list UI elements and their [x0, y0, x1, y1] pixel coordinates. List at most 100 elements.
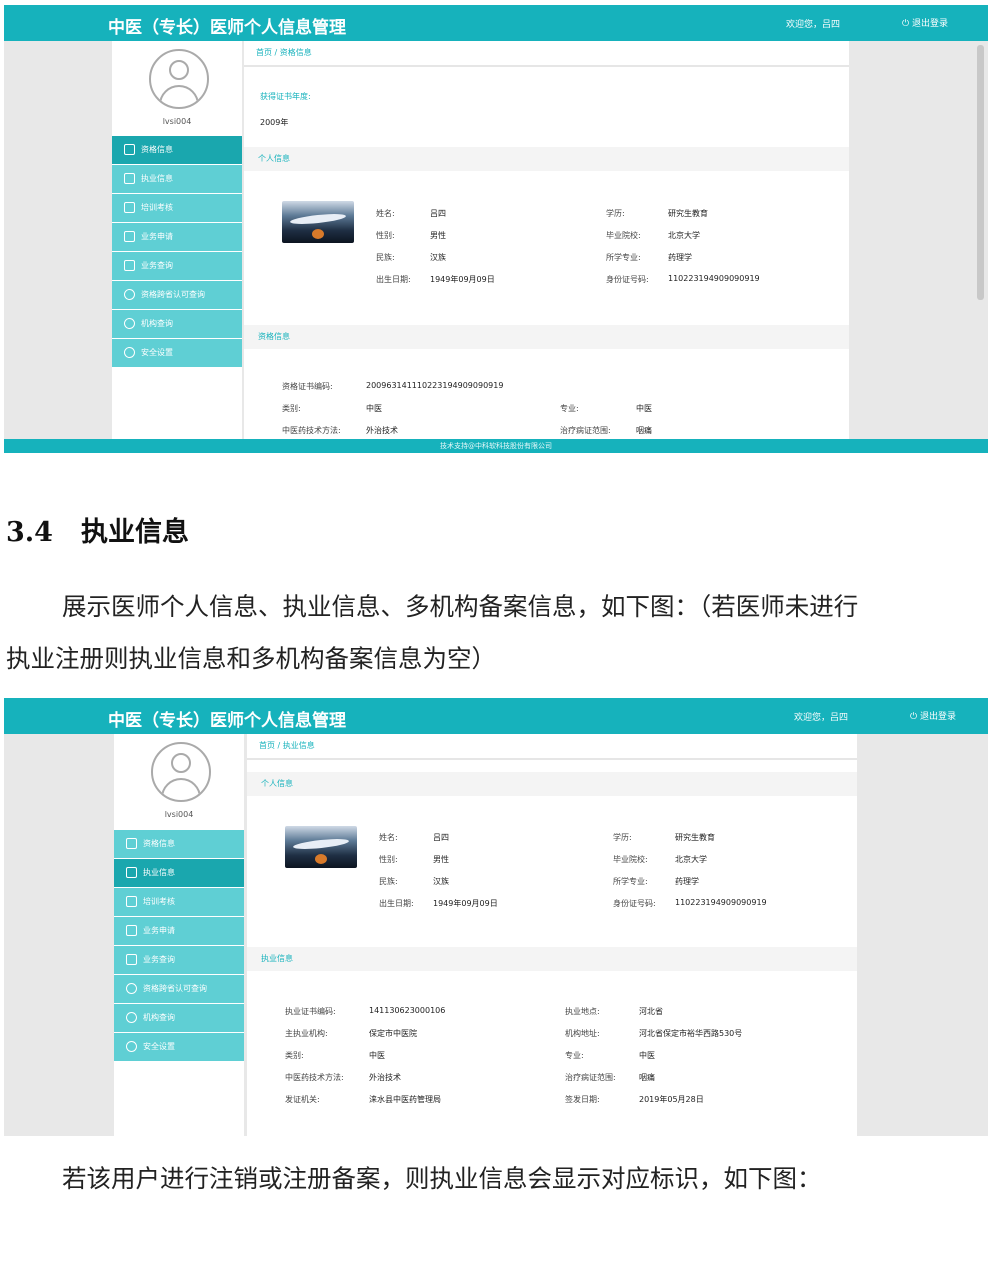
paragraph-line: 执业注册则执业信息和多机构备案信息为空） — [6, 644, 496, 673]
sidebar-item-apply[interactable]: 业务申请 — [112, 223, 242, 251]
field-value: 男性 — [430, 231, 446, 240]
field-value: 外治技术 — [369, 1073, 401, 1082]
paragraph-line: 展示医师个人信息、执业信息、多机构备案信息，如下图：（若医师未进行 — [62, 592, 859, 621]
field-label: 姓名: — [376, 209, 395, 218]
gear-icon — [126, 1012, 137, 1023]
field-value: 北京大学 — [675, 855, 707, 864]
gear-icon — [124, 289, 135, 300]
field-label: 身份证号码: — [613, 899, 656, 908]
sidebar-item-label: 资格跨省认可查询 — [141, 290, 205, 299]
section-number: 3.4 — [6, 517, 53, 548]
field-value: 汉族 — [430, 253, 446, 262]
sidebar-item-label: 业务申请 — [141, 232, 173, 241]
field-label: 毕业院校: — [606, 231, 641, 240]
sidebar-item-practice[interactable]: 执业信息 — [114, 859, 244, 887]
field-value: 研究生教育 — [668, 209, 708, 218]
table-icon — [124, 260, 135, 271]
edit-icon — [124, 231, 135, 242]
field-label: 出生日期: — [379, 899, 414, 908]
sidebar-item-label: 执业信息 — [143, 868, 175, 877]
sidebar-item-query[interactable]: 业务查询 — [112, 252, 242, 280]
field-label: 资格证书编码: — [282, 382, 333, 391]
sidebar-item-institution[interactable]: 机构查询 — [114, 1004, 244, 1032]
sidebar-item-institution[interactable]: 机构查询 — [112, 310, 242, 338]
logout-label: 退出登录 — [911, 19, 948, 29]
breadcrumb[interactable]: 首页 / 执业信息 — [247, 734, 857, 760]
sidebar-item-security[interactable]: 安全设置 — [114, 1033, 244, 1061]
field-value: 1949年09月09日 — [430, 275, 495, 284]
screenshot-qualification: 中医（专长）医师个人信息管理 欢迎您，吕四 ⏻ 退出登录 lvsi004 资格信… — [4, 5, 988, 453]
certificate-icon — [124, 173, 135, 184]
field-label: 学历: — [606, 209, 625, 218]
sidebar-item-label: 安全设置 — [143, 1042, 175, 1051]
field-label: 执业地点: — [565, 1007, 600, 1016]
app-header: 中医（专长）医师个人信息管理 欢迎您，吕四 ⏻ 退出登录 — [4, 698, 988, 734]
sidebar-item-qualification[interactable]: 资格信息 — [114, 830, 244, 858]
sidebar-item-apply[interactable]: 业务申请 — [114, 917, 244, 945]
field-value: 河北省保定市裕华西路530号 — [639, 1029, 743, 1038]
sidebar-item-label: 业务查询 — [143, 955, 175, 964]
breadcrumb[interactable]: 首页 / 资格信息 — [244, 41, 849, 67]
main-content: 首页 / 执业信息 个人信息 姓名: 吕四 性别: 男性 民族: 汉族 出生日期… — [247, 734, 857, 1136]
field-label: 治疗病证范围: — [560, 426, 611, 435]
sidebar: lvsi004 资格信息 执业信息 培训考核 业务申请 业务查询 资格跨省认可查… — [114, 734, 244, 1136]
sidebar-item-label: 资格信息 — [143, 839, 175, 848]
sidebar-item-qualification[interactable]: 资格信息 — [112, 136, 242, 164]
field-label: 治疗病证范围: — [565, 1073, 616, 1082]
field-value: 20096314111022319490909091​9 — [366, 381, 504, 390]
field-label: 专业: — [565, 1051, 584, 1060]
gear-icon — [124, 318, 135, 329]
sidebar-item-practice[interactable]: 执业信息 — [112, 165, 242, 193]
logout-button[interactable]: ⏻ 退出登录 — [910, 709, 956, 722]
field-label: 学历: — [613, 833, 632, 842]
field-value: 110223194909090919 — [668, 274, 760, 283]
field-label: 主执业机构: — [285, 1029, 328, 1038]
field-value: 吕四 — [430, 209, 446, 218]
gear-icon — [126, 983, 137, 994]
sidebar-item-security[interactable]: 安全设置 — [112, 339, 242, 367]
field-label: 毕业院校: — [613, 855, 648, 864]
welcome-text: 欢迎您，吕四 — [794, 713, 849, 723]
field-value: 中医 — [636, 404, 652, 413]
sidebar-item-cross-province[interactable]: 资格跨省认可查询 — [112, 281, 242, 309]
paragraph-line: 若该用户进行注销或注册备案，则执业信息会显示对应标识，如下图： — [62, 1164, 822, 1193]
field-value: 咽痛 — [639, 1073, 655, 1082]
sidebar-item-training[interactable]: 培训考核 — [114, 888, 244, 916]
field-label: 出生日期: — [376, 275, 411, 284]
side-menu: 资格信息 执业信息 培训考核 业务申请 业务查询 资格跨省认可查询 机构查询 安… — [112, 136, 242, 368]
sidebar-item-label: 机构查询 — [141, 319, 173, 328]
footer: 技术支持@中科软科技股份有限公司 — [4, 439, 988, 453]
field-label: 发证机关: — [285, 1095, 320, 1104]
section-title: 执业信息 — [80, 517, 189, 548]
sidebar-item-cross-province[interactable]: 资格跨省认可查询 — [114, 975, 244, 1003]
scrollbar[interactable] — [977, 45, 984, 300]
section-practice: 执业信息 — [247, 947, 857, 971]
power-icon: ⏻ — [910, 712, 920, 722]
field-value: 中医 — [366, 404, 382, 413]
field-value: 吕四 — [433, 833, 449, 842]
sidebar-item-training[interactable]: 培训考核 — [112, 194, 242, 222]
field-label: 中医药技术方法: — [282, 426, 341, 435]
username: lvsi004 — [162, 117, 192, 126]
field-label: 性别: — [379, 855, 398, 864]
field-label: 类别: — [282, 404, 301, 413]
avatar-icon — [151, 742, 211, 802]
field-label: 执业证书编码: — [285, 1007, 336, 1016]
sidebar-item-label: 培训考核 — [141, 203, 173, 212]
document-icon — [126, 838, 137, 849]
field-value: 北京大学 — [668, 231, 700, 240]
edit-icon — [126, 925, 137, 936]
doctor-photo — [282, 201, 354, 243]
logout-button[interactable]: ⏻ 退出登录 — [902, 16, 948, 29]
field-label: 姓名: — [379, 833, 398, 842]
sidebar-item-label: 资格跨省认可查询 — [143, 984, 207, 993]
sidebar-item-label: 机构查询 — [143, 1013, 175, 1022]
field-label: 中医药技术方法: — [285, 1073, 344, 1082]
side-menu: 资格信息 执业信息 培训考核 业务申请 业务查询 资格跨省认可查询 机构查询 安… — [114, 830, 244, 1062]
avatar-icon — [149, 49, 209, 109]
field-value: 保定市中医院 — [369, 1029, 417, 1038]
screenshot-practice: 中医（专长）医师个人信息管理 欢迎您，吕四 ⏻ 退出登录 lvsi004 资格信… — [4, 698, 988, 1136]
gear-icon — [126, 1041, 137, 1052]
sidebar-item-query[interactable]: 业务查询 — [114, 946, 244, 974]
section-personal: 个人信息 — [244, 147, 849, 171]
